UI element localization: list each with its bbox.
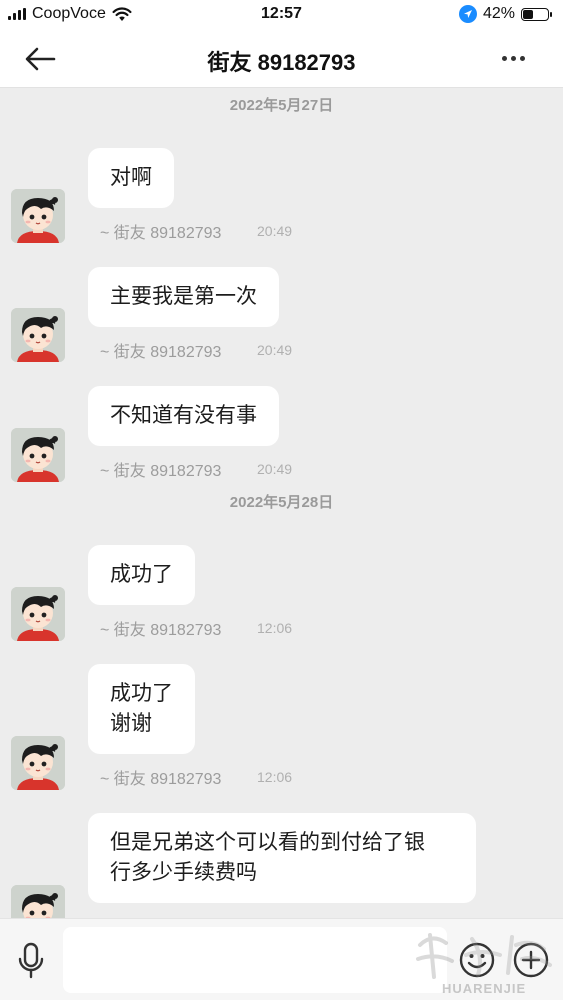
watermark-text: HUARENJIE bbox=[442, 981, 527, 996]
date-divider: 2022年5月27日 bbox=[229, 97, 334, 114]
avatar[interactable] bbox=[11, 587, 65, 641]
location-arrow-icon bbox=[458, 5, 477, 23]
avatar-image bbox=[11, 885, 65, 918]
battery-fill bbox=[523, 9, 534, 19]
chat-title: 街友 89182793 bbox=[207, 50, 356, 75]
message-sender: ~ 街友 89182793 bbox=[100, 622, 222, 639]
message-text: 谢谢 bbox=[110, 712, 152, 735]
message-sender: ~ 街友 89182793 bbox=[100, 225, 222, 242]
message-sender: ~ 街友 89182793 bbox=[100, 771, 222, 788]
avatar[interactable] bbox=[11, 736, 65, 790]
avatar[interactable] bbox=[11, 308, 65, 362]
message-text: 不知道有没有事 bbox=[110, 404, 257, 427]
message-time: 20:49 bbox=[257, 223, 293, 239]
message-bubble[interactable]: 主要我是第一次 bbox=[88, 267, 279, 327]
message-text: 主要我是第一次 bbox=[110, 285, 257, 308]
status-right: 42% bbox=[458, 5, 552, 23]
message-list[interactable]: 2022年5月27日 对啊 ~ 街友 89182793 20:49 主要我是第一… bbox=[0, 88, 563, 918]
avatar-image bbox=[11, 587, 65, 641]
message-sender: ~ 街友 89182793 bbox=[100, 344, 222, 361]
message-text: 对啊 bbox=[110, 166, 152, 189]
message-time: 12:06 bbox=[257, 620, 293, 636]
avatar[interactable] bbox=[11, 428, 65, 482]
avatar-image bbox=[11, 308, 65, 362]
avatar-image bbox=[11, 189, 65, 243]
more-dots-icon[interactable] bbox=[502, 56, 525, 61]
message-bubble[interactable]: 对啊 bbox=[88, 148, 174, 208]
composer-bar: HUARENJIE bbox=[0, 918, 563, 1000]
avatar-image bbox=[11, 428, 65, 482]
avatar-image bbox=[11, 736, 65, 790]
message-bubble[interactable]: 成功了 bbox=[88, 545, 195, 605]
plus-circle-icon[interactable] bbox=[512, 941, 550, 979]
smiley-icon[interactable] bbox=[458, 941, 496, 979]
message-text: 成功了 bbox=[110, 682, 173, 705]
message-time: 12:06 bbox=[257, 769, 293, 785]
chat-header: 街友 89182793 bbox=[0, 30, 563, 88]
date-divider: 2022年5月28日 bbox=[229, 494, 334, 511]
microphone-icon[interactable] bbox=[16, 941, 46, 981]
status-bar: CoopVoce 12:57 42% bbox=[0, 0, 563, 30]
message-time: 20:49 bbox=[257, 342, 293, 358]
message-bubble[interactable]: 但是兄弟这个可以看的到付给了银 行多少手续费吗 bbox=[88, 813, 476, 903]
battery-percent: 42% bbox=[482, 5, 515, 22]
avatar[interactable] bbox=[11, 885, 65, 918]
message-bubble[interactable]: 成功了 谢谢 bbox=[88, 664, 195, 754]
message-bubble[interactable]: 不知道有没有事 bbox=[88, 386, 279, 446]
message-input[interactable] bbox=[63, 927, 447, 993]
avatar[interactable] bbox=[11, 189, 65, 243]
message-time: 20:49 bbox=[257, 461, 293, 477]
message-text: 成功了 bbox=[110, 563, 173, 586]
battery-icon bbox=[521, 7, 552, 21]
message-text: 但是兄弟这个可以看的到付给了银 bbox=[110, 831, 425, 854]
message-text: 行多少手续费吗 bbox=[110, 861, 257, 884]
message-sender: ~ 街友 89182793 bbox=[100, 463, 222, 480]
